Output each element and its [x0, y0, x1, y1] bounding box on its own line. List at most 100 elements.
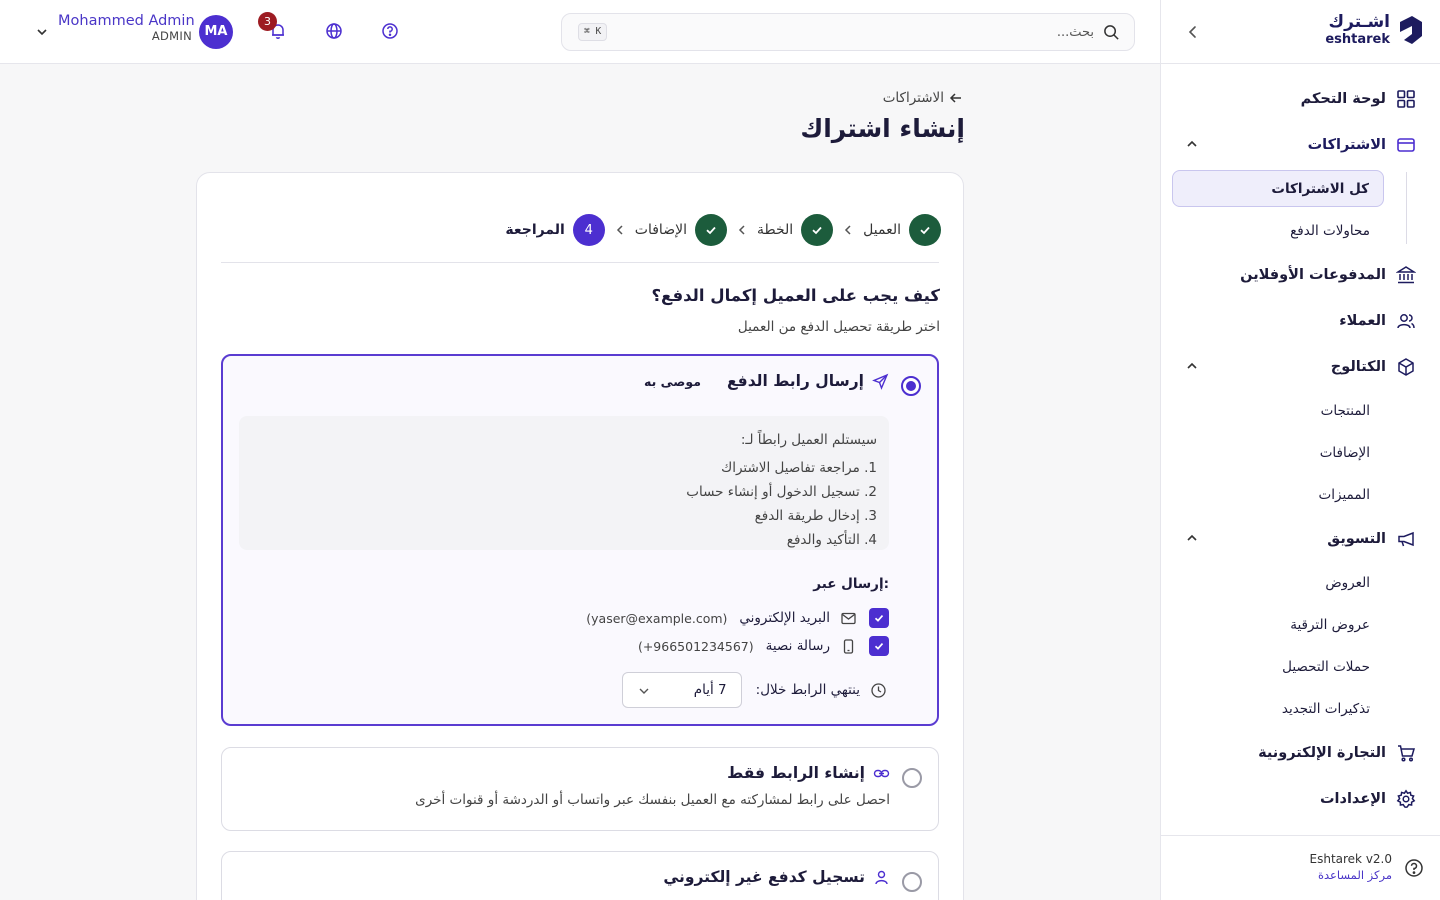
sidebar-nav: لوحة التحكم الاشتراكات كل الاشتراكات محا…	[1160, 76, 1440, 822]
step-label: العميل	[863, 222, 901, 238]
search-input[interactable]	[654, 14, 1094, 50]
radio-record-offline[interactable]	[902, 872, 922, 892]
app-version: Eshtarek v2.0	[1309, 852, 1393, 866]
sidebar-subitem-addons[interactable]: الإضافات	[1160, 432, 1440, 474]
sidebar-item-dashboard[interactable]: لوحة التحكم	[1160, 76, 1440, 122]
sidebar-item-customers[interactable]: العملاء	[1160, 298, 1440, 344]
sidebar-footer: Eshtarek v2.0 مركز المساعدة	[1160, 835, 1440, 900]
sidebar-item-label: الاشتراكات	[1307, 137, 1386, 153]
send-icon	[872, 373, 889, 390]
sidebar-item-label: التجارة الإلكترونية	[1258, 745, 1386, 761]
sidebar-subitem-upgrade-offers[interactable]: عروض الترقية	[1160, 604, 1440, 646]
step-plan[interactable]: الخطة	[756, 214, 834, 246]
brand-mark-icon	[1400, 16, 1422, 44]
expiry-value: 7 أيام	[693, 682, 727, 698]
option-title: إنشاء الرابط فقط	[727, 764, 865, 782]
option-create-link-only[interactable]: إنشاء الرابط فقط احصل على رابط لمشاركته …	[221, 747, 939, 831]
catalog-submenu: المنتجات الإضافات المميزات	[1160, 390, 1440, 516]
step-label: المراجعة	[505, 222, 565, 238]
steps-item: 3. إدخال طريقة الدفع	[754, 508, 877, 524]
sidebar-item-label: لوحة التحكم	[1300, 91, 1386, 107]
check-icon	[694, 214, 727, 246]
link-icon	[873, 769, 890, 777]
globe-icon[interactable]	[325, 22, 343, 40]
mail-icon	[841, 612, 856, 624]
payment-question-subtitle: اختر طريقة تحصيل الدفع من العميل	[737, 319, 940, 335]
radio-create-link-only[interactable]	[902, 768, 922, 788]
sidebar-item-settings[interactable]: الإعدادات	[1160, 776, 1440, 822]
step-addons[interactable]: الإضافات	[635, 214, 727, 246]
sidebar-item-marketing[interactable]: التسويق	[1160, 516, 1440, 562]
steps-intro: سيستلم العميل رابطاً لـ:	[740, 432, 877, 448]
sms-checkbox[interactable]	[869, 636, 889, 656]
brand-name-en: eshtarek	[1325, 32, 1390, 47]
channel-sms: رسالة نصية (+966501234567)	[638, 635, 889, 657]
page-title: إنشاء اشتراك	[800, 114, 965, 143]
sidebar-subitem-renewal-reminders[interactable]: تذكيرات التجديد	[1160, 688, 1440, 730]
chevron-left-icon	[727, 223, 757, 237]
sidebar-subitem-all-subscriptions[interactable]: كل الاشتراكات	[1172, 170, 1384, 207]
sidebar-subitem-products[interactable]: المنتجات	[1160, 390, 1440, 432]
sidebar-item-label: المدفوعات الأوفلاين	[1240, 267, 1386, 283]
channel-value: (+966501234567)	[637, 638, 754, 654]
help-center-link[interactable]: مركز المساعدة	[1310, 868, 1392, 883]
sidebar-item-offline-payments[interactable]: المدفوعات الأوفلاين	[1160, 252, 1440, 298]
option-send-payment-link[interactable]: إرسال رابط الدفع موصى به سيستلم العميل ر…	[221, 354, 939, 726]
sidebar-subitem-dunning-campaigns[interactable]: حملات التحصيل	[1160, 646, 1440, 688]
step-number: 4	[572, 214, 605, 246]
recommended-badge: موصى به	[644, 373, 701, 389]
sidebar-item-catalog[interactable]: الكتالوج	[1160, 344, 1440, 390]
search-box[interactable]: ⌘ K	[561, 13, 1135, 51]
brand-logo[interactable]: اشـترك eshtarek	[1325, 14, 1424, 46]
chevron-up-icon[interactable]	[1184, 530, 1200, 546]
breadcrumb-label: الاشتراكات	[882, 90, 944, 106]
step-customer[interactable]: العميل	[863, 214, 941, 246]
expiry-select[interactable]: 7 أيام	[621, 672, 742, 708]
stepper: العميل الخطة الإضافات 4 المراجعة	[221, 213, 941, 247]
email-checkbox[interactable]	[869, 608, 889, 628]
sidebar-item-label: الكتالوج	[1330, 359, 1386, 375]
cart-icon	[1398, 745, 1415, 762]
step-review[interactable]: 4 المراجعة	[505, 214, 605, 246]
brand-name-ar: اشـترك	[1328, 12, 1390, 32]
users-icon	[1397, 314, 1415, 329]
breadcrumb[interactable]: الاشتراكات	[830, 88, 964, 108]
channel-email: البريد الإلكتروني (yaser@example.com)	[586, 607, 889, 629]
link-expiry-row: ينتهي الرابط خلال: 7 أيام	[621, 672, 889, 708]
check-icon	[909, 214, 941, 246]
sidebar-subitem-payment-attempts[interactable]: محاولات الدفع	[1160, 210, 1440, 252]
sidebar: اشـترك eshtarek لوحة التحكم الاشتراكات ك…	[1160, 0, 1440, 900]
bank-icon	[1396, 266, 1416, 284]
radio-send-payment-link[interactable]	[901, 376, 921, 396]
expiry-label: ينتهي الرابط خلال:	[755, 682, 860, 698]
chevron-up-icon[interactable]	[1184, 136, 1200, 152]
sidebar-item-label: التسويق	[1327, 531, 1386, 547]
sidebar-subitem-features[interactable]: المميزات	[1160, 474, 1440, 516]
option-title: تسجيل كدفع غير إلكتروني	[663, 868, 865, 886]
user-menu[interactable]: Mohammed Admin ADMIN	[58, 13, 195, 44]
chevron-up-icon[interactable]	[1184, 358, 1200, 374]
search-icon	[1104, 25, 1119, 40]
step-label: الإضافات	[634, 222, 687, 238]
check-icon	[801, 214, 834, 246]
sidebar-item-subscriptions[interactable]: الاشتراكات	[1160, 122, 1440, 168]
sidebar-header: اشـترك eshtarek	[1161, 0, 1440, 64]
channel-value: (yaser@example.com)	[586, 610, 728, 626]
channel-name: البريد الإلكتروني	[739, 610, 830, 626]
chevron-down-icon[interactable]	[34, 24, 50, 40]
topbar: ⌘ K 3 MA Mohammed Admin ADMIN	[0, 0, 1160, 64]
collapse-sidebar-icon[interactable]	[1185, 22, 1201, 42]
option-title: إرسال رابط الدفع	[726, 372, 864, 390]
option-record-offline[interactable]: تسجيل كدفع غير إلكتروني	[221, 851, 939, 900]
help-icon[interactable]	[381, 22, 399, 40]
subscriptions-submenu: كل الاشتراكات محاولات الدفع	[1160, 170, 1440, 252]
help-circle-icon[interactable]	[1404, 858, 1424, 878]
divider	[221, 262, 939, 263]
sidebar-subitem-offers[interactable]: العروض	[1160, 562, 1440, 604]
sidebar-item-ecommerce[interactable]: التجارة الإلكترونية	[1160, 730, 1440, 776]
phone-icon	[843, 638, 854, 654]
step-label: الخطة	[756, 222, 794, 238]
clock-icon	[871, 682, 886, 698]
create-subscription-card: العميل الخطة الإضافات 4 المراجعة كيف يجب…	[196, 172, 964, 900]
avatar[interactable]: MA	[199, 15, 233, 49]
